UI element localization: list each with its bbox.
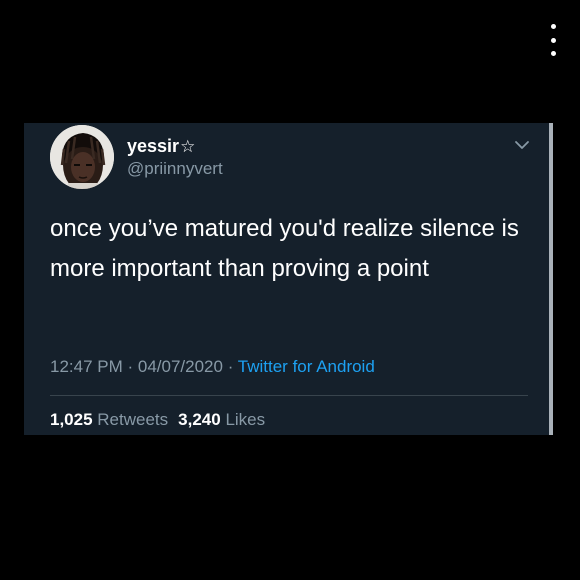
tweet-source-link[interactable]: Twitter for Android xyxy=(238,357,375,376)
chevron-down-icon[interactable] xyxy=(512,137,532,153)
star-outline-icon: ☆ xyxy=(180,137,196,156)
divider xyxy=(50,395,528,396)
screen: yessir☆ @priinnyvert once you’ve matured… xyxy=(0,0,580,580)
user-handle[interactable]: @priinnyvert xyxy=(127,159,223,179)
chevron-down-icon-shape xyxy=(515,141,529,149)
display-name[interactable]: yessir☆ xyxy=(127,136,195,157)
likes-count: 3,240 xyxy=(178,410,221,429)
avatar-image xyxy=(50,125,114,189)
tweet-time[interactable]: 12:47 PM xyxy=(50,357,123,376)
tweet-text: once you’ve matured you'd realize silenc… xyxy=(50,215,519,282)
menu-dot xyxy=(550,37,556,43)
retweets-label: Retweets xyxy=(97,410,169,429)
tweet-card: yessir☆ @priinnyvert once you’ve matured… xyxy=(24,123,550,435)
retweets-stat[interactable]: 1,025 Retweets xyxy=(50,410,168,429)
tweet-meta: 12:47 PM · 04/07/2020 · Twitter for Andr… xyxy=(50,357,375,377)
retweets-count: 1,025 xyxy=(50,410,93,429)
meta-separator: · xyxy=(122,357,138,376)
tweet-date[interactable]: 04/07/2020 xyxy=(138,357,223,376)
likes-stat[interactable]: 3,240 Likes xyxy=(178,410,265,429)
menu-dot xyxy=(550,24,556,29)
likes-label: Likes xyxy=(225,410,266,429)
card-edge-bar xyxy=(549,123,553,435)
menu-dot xyxy=(550,51,556,56)
avatar[interactable] xyxy=(50,125,114,189)
meta-separator: · xyxy=(222,357,238,376)
display-name-text: yessir xyxy=(127,136,180,156)
tweet-stats: 1,025 Retweets 3,240 Likes xyxy=(50,410,265,430)
vertical-dots-icon[interactable] xyxy=(544,24,562,56)
